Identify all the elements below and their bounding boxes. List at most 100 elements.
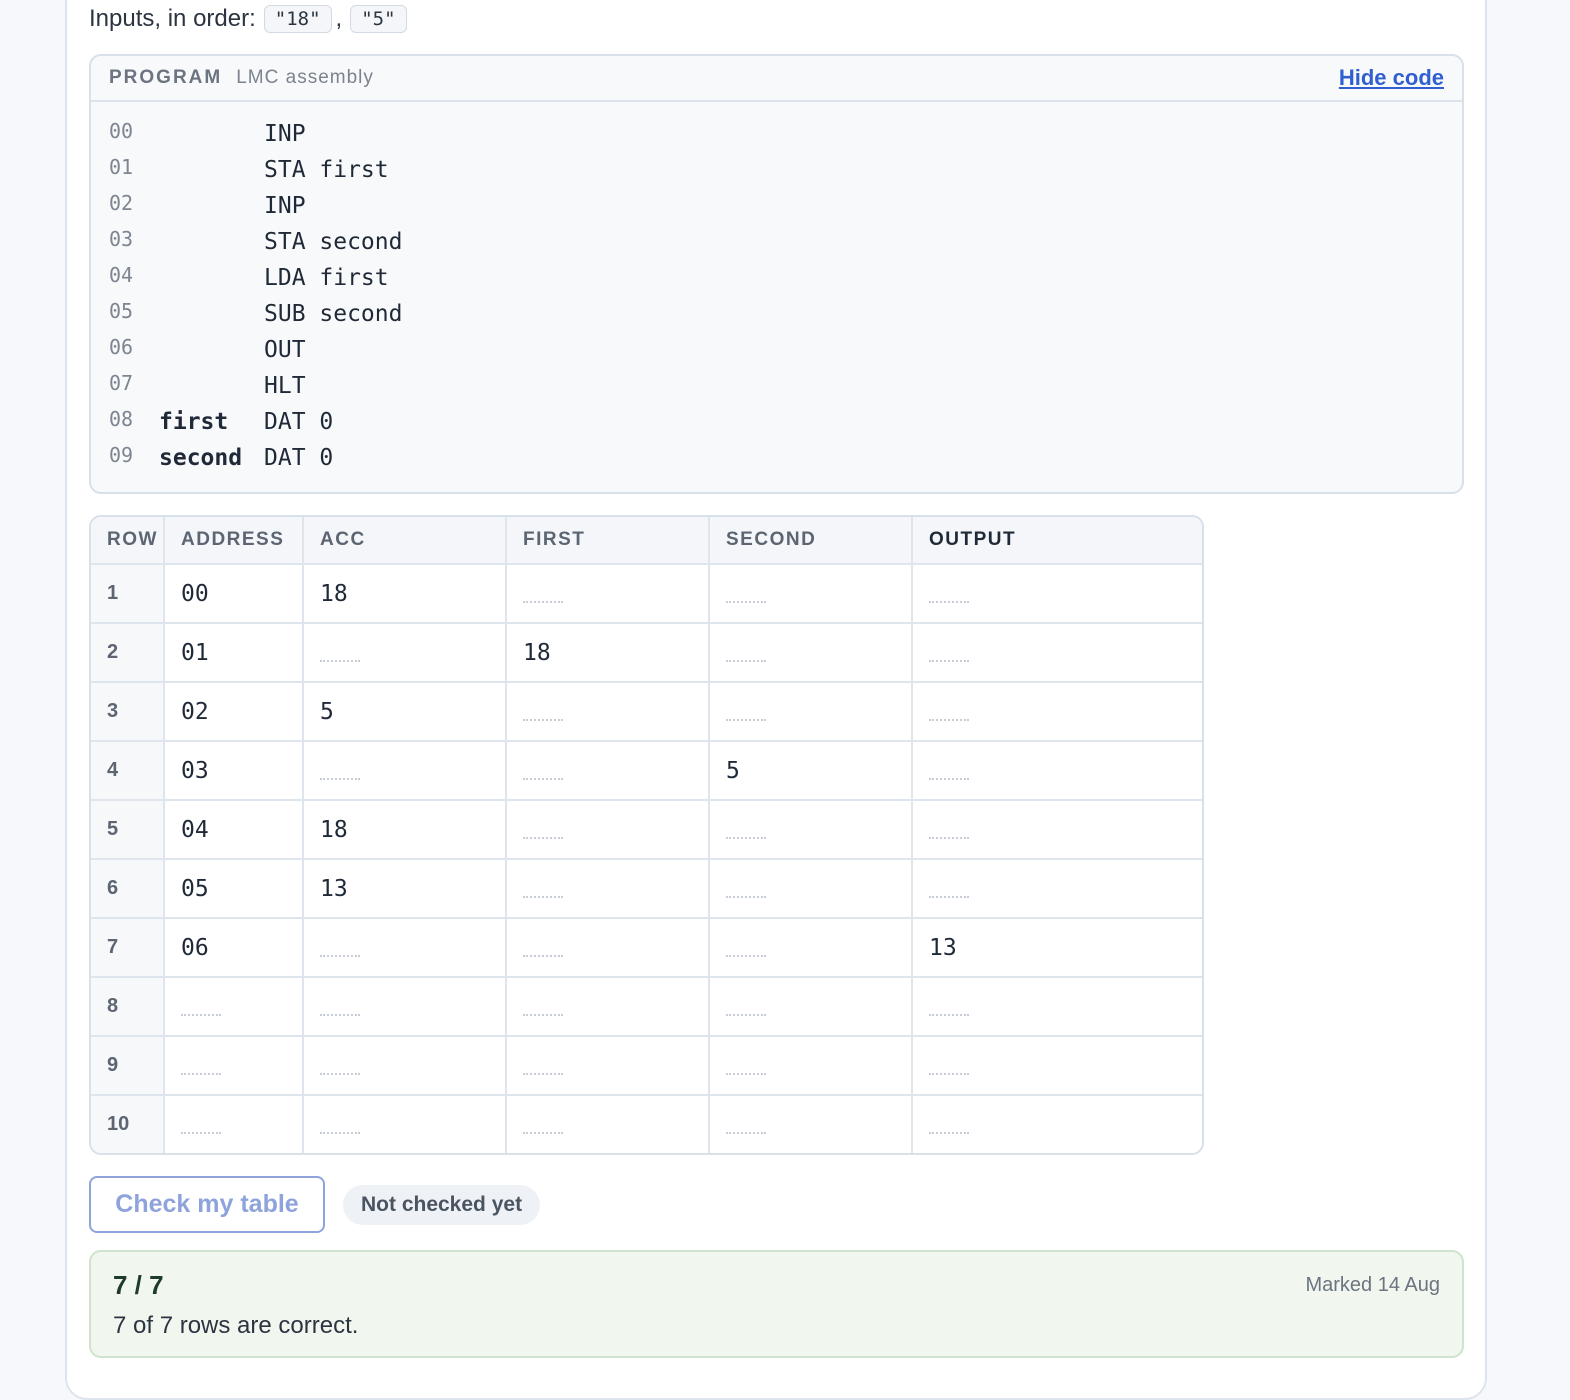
empty-cell-placeholder xyxy=(929,713,969,721)
code-line-number: 02 xyxy=(109,191,134,215)
input-chip: "18" xyxy=(263,5,332,33)
cell-output[interactable] xyxy=(912,1095,1202,1153)
hide-code-link[interactable]: Hide code xyxy=(1339,65,1444,91)
code-line-instruction: INP xyxy=(264,193,306,219)
code-line-instruction: HLT xyxy=(264,373,306,399)
cell-second[interactable] xyxy=(709,1095,913,1153)
empty-cell-placeholder xyxy=(320,654,360,662)
cell-second[interactable] xyxy=(709,800,913,860)
result-score: 7 / 7 xyxy=(113,1270,164,1300)
empty-cell-placeholder xyxy=(320,1008,360,1016)
table-row: 6 05 13 xyxy=(91,859,1202,919)
check-table-button[interactable]: Check my table xyxy=(89,1176,325,1233)
cell-acc[interactable]: 18 xyxy=(303,800,507,860)
cell-second[interactable] xyxy=(709,859,913,919)
cell-acc[interactable]: 5 xyxy=(303,682,507,742)
cell-output[interactable] xyxy=(912,564,1202,624)
row-number: 8 xyxy=(91,977,165,1037)
cell-address[interactable] xyxy=(164,1095,304,1153)
cell-address[interactable]: 03 xyxy=(164,741,304,801)
cell-output[interactable] xyxy=(912,977,1202,1037)
empty-cell-placeholder xyxy=(523,772,563,780)
empty-cell-placeholder xyxy=(726,831,766,839)
cell-output[interactable] xyxy=(912,800,1202,860)
trace-header-row: ROW ADDRESS ACC FIRST SECOND OUTPUT xyxy=(91,517,1202,565)
cell-first[interactable] xyxy=(506,977,710,1037)
code-line-label: first xyxy=(159,409,229,435)
cell-acc[interactable] xyxy=(303,1036,507,1096)
table-row: 4 03 5 xyxy=(91,741,1202,801)
cell-acc[interactable] xyxy=(303,918,507,978)
cell-acc[interactable] xyxy=(303,623,507,683)
cell-first[interactable] xyxy=(506,1036,710,1096)
code-line: 09 second DAT 0 xyxy=(109,440,1462,476)
code-line: 08 first DAT 0 xyxy=(109,404,1462,440)
cell-acc[interactable]: 13 xyxy=(303,859,507,919)
empty-cell-placeholder xyxy=(523,595,563,603)
cell-first[interactable] xyxy=(506,564,710,624)
cell-acc[interactable]: 18 xyxy=(303,564,507,624)
cell-output[interactable] xyxy=(912,682,1202,742)
empty-cell-placeholder xyxy=(181,1126,221,1134)
code-line-number: 04 xyxy=(109,263,134,287)
empty-cell-placeholder xyxy=(523,1067,563,1075)
empty-cell-placeholder xyxy=(320,1067,360,1075)
cell-acc[interactable] xyxy=(303,741,507,801)
cell-second[interactable] xyxy=(709,564,913,624)
cell-second[interactable]: 5 xyxy=(709,741,913,801)
column-header-first: FIRST xyxy=(506,517,710,565)
code-line-instruction: SUB second xyxy=(264,301,403,327)
trace-table: ROW ADDRESS ACC FIRST SECOND OUTPUT 1 0 0 1… xyxy=(89,515,1204,1155)
row-number: 3 xyxy=(91,682,165,742)
code-line-number: 00 xyxy=(109,119,134,143)
cell-acc[interactable] xyxy=(303,1095,507,1153)
code-line-instruction: DAT 0 xyxy=(264,409,334,435)
empty-cell-placeholder xyxy=(726,890,766,898)
code-line: 00 INP xyxy=(109,116,1462,152)
cell-address[interactable] xyxy=(164,1036,304,1096)
cell-output[interactable] xyxy=(912,623,1202,683)
cell-second[interactable] xyxy=(709,682,913,742)
cell-acc[interactable] xyxy=(303,977,507,1037)
cell-address[interactable]: 06 xyxy=(164,918,304,978)
cell-first[interactable] xyxy=(506,800,710,860)
cell-output[interactable] xyxy=(912,859,1202,919)
empty-cell-placeholder xyxy=(181,1008,221,1016)
code-line-number: 09 xyxy=(109,443,134,467)
code-line: 01 STA first xyxy=(109,152,1462,188)
cell-second[interactable] xyxy=(709,918,913,978)
cell-first[interactable] xyxy=(506,741,710,801)
table-row: 7 06 13 xyxy=(91,918,1202,978)
code-line-label: second xyxy=(159,445,243,471)
cell-second[interactable] xyxy=(709,1036,913,1096)
cell-address[interactable]: 00 xyxy=(164,564,304,624)
cell-second[interactable] xyxy=(709,977,913,1037)
empty-cell-placeholder xyxy=(181,1067,221,1075)
row-number: 9 xyxy=(91,1036,165,1096)
empty-cell-placeholder xyxy=(320,949,360,957)
empty-cell-placeholder xyxy=(726,654,766,662)
cell-address[interactable]: 05 xyxy=(164,859,304,919)
table-row: 10 xyxy=(91,1095,1202,1153)
cell-first[interactable] xyxy=(506,859,710,919)
empty-cell-placeholder xyxy=(929,890,969,898)
cell-output[interactable] xyxy=(912,1036,1202,1096)
cell-output[interactable] xyxy=(912,741,1202,801)
program-header: PROGRAM LMC assembly Hide code xyxy=(91,56,1462,102)
empty-cell-placeholder xyxy=(523,949,563,957)
empty-cell-placeholder xyxy=(523,1126,563,1134)
cell-first[interactable] xyxy=(506,918,710,978)
table-row: 2 01 18 xyxy=(91,623,1202,683)
table-row: 8 xyxy=(91,977,1202,1037)
cell-first[interactable] xyxy=(506,1095,710,1153)
cell-address[interactable]: 04 xyxy=(164,800,304,860)
cell-address[interactable]: 02 xyxy=(164,682,304,742)
cell-address[interactable]: 01 xyxy=(164,623,304,683)
cell-output[interactable]: 13 xyxy=(912,918,1202,978)
program-language: LMC assembly xyxy=(236,67,374,88)
cell-second[interactable] xyxy=(709,623,913,683)
cell-first[interactable]: 18 xyxy=(506,623,710,683)
cell-address[interactable] xyxy=(164,977,304,1037)
row-number: 7 xyxy=(91,918,165,978)
cell-first[interactable] xyxy=(506,682,710,742)
